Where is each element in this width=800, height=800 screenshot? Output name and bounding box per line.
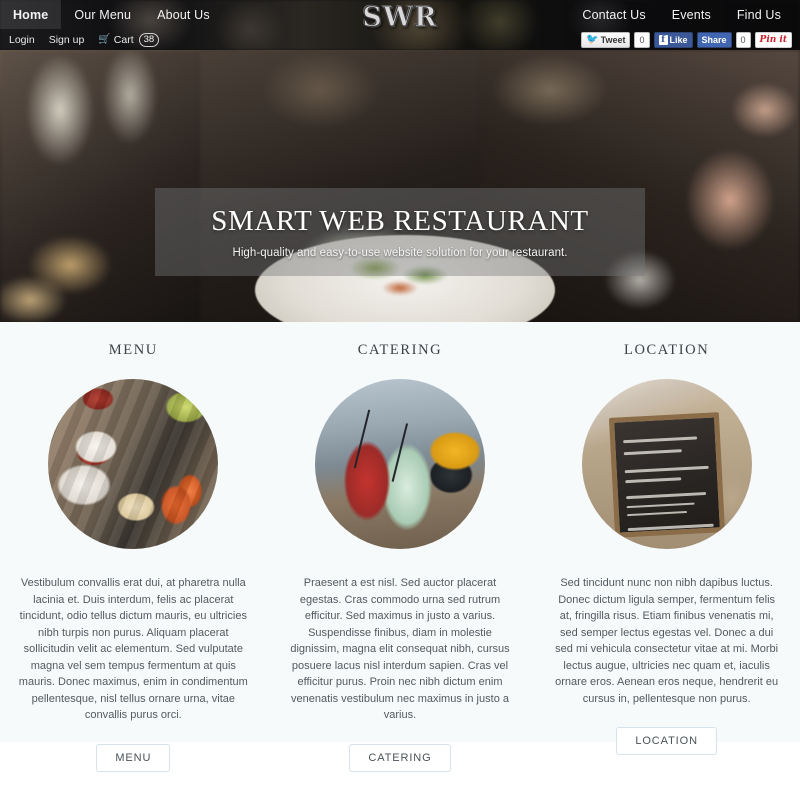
hero-title: SMART WEB RESTAURANT [211, 205, 589, 237]
feature-text-catering: Praesent a est nisl. Sed auctor placerat… [290, 577, 510, 721]
facebook-like-button[interactable]: f Like [653, 31, 693, 48]
feature-text-menu: Vestibulum convallis erat dui, at pharet… [18, 577, 248, 721]
primary-navigation: Home Our Menu About Us Contact Us Events… [0, 0, 800, 29]
hero-subtitle: High-quality and easy-to-use website sol… [232, 247, 568, 259]
nav-item-find-us[interactable]: Find Us [724, 0, 794, 29]
like-label: Like [669, 34, 688, 45]
cart-icon: 🛒 [98, 34, 111, 45]
primary-nav-left: Home Our Menu About Us [0, 0, 223, 29]
hero-text-overlay: SMART WEB RESTAURANT High-quality and ea… [155, 188, 645, 276]
menu-button[interactable]: MENU [96, 743, 171, 772]
twitter-bird-icon: 🐦 [586, 33, 599, 45]
login-link[interactable]: Login [0, 34, 42, 46]
signup-link[interactable]: Sign up [42, 34, 92, 46]
chalkboard-shape [608, 412, 725, 538]
feature-image-location[interactable] [581, 379, 752, 549]
cart-link[interactable]: 🛒 Cart 38 [91, 32, 166, 47]
share-count: 0 [735, 31, 751, 48]
facebook-icon: f [658, 34, 668, 45]
feature-image-catering[interactable] [314, 379, 485, 549]
hero-banner: SMART WEB RESTAURANT High-quality and ea… [0, 50, 800, 322]
pinterest-pin-button[interactable]: Pin it [754, 31, 792, 48]
tweet-count: 0 [634, 31, 650, 48]
twitter-tweet-button[interactable]: 🐦 Tweet [581, 31, 631, 48]
features-columns: MENU Vestibulum convallis erat dui, at p… [0, 342, 800, 772]
features-section: MENU Vestibulum convallis erat dui, at p… [0, 322, 800, 772]
pin-label: Pin it [759, 34, 787, 45]
feature-column-catering: CATERING Praesent a est nisl. Sed auctor… [267, 342, 534, 772]
feature-button-wrap-menu: MENU [18, 743, 249, 772]
feature-text-location: Sed tincidunt nunc non nibh dapibus luct… [555, 577, 779, 705]
feature-title-catering: CATERING [357, 342, 443, 358]
feature-button-wrap-location: LOCATION [551, 727, 782, 755]
feature-column-location: LOCATION Sed tincidunt nunc non nibh dap… [533, 342, 800, 772]
tweet-label: Tweet [600, 34, 626, 45]
hero-background-image [0, 50, 800, 322]
location-button[interactable]: LOCATION [616, 727, 717, 755]
feature-title-menu: MENU [108, 342, 158, 358]
site-header: Home Our Menu About Us Contact Us Events… [0, 0, 800, 50]
nav-item-about-us[interactable]: About Us [144, 0, 223, 29]
cart-label: Cart [113, 33, 134, 46]
nav-item-our-menu[interactable]: Our Menu [61, 0, 144, 29]
catering-button[interactable]: CATERING [349, 743, 451, 772]
social-share-bar: 🐦 Tweet 0 f Like Share 0 Pin it [581, 31, 792, 48]
nav-item-events[interactable]: Events [659, 0, 724, 29]
facebook-share-button[interactable]: Share [696, 31, 732, 48]
primary-nav-right: Contact Us Events Find Us [569, 0, 794, 29]
feature-button-wrap-catering: CATERING [285, 743, 516, 772]
feature-title-location: LOCATION [623, 342, 710, 358]
cart-count-badge: 38 [138, 32, 160, 47]
nav-item-contact-us[interactable]: Contact Us [569, 0, 658, 29]
feature-image-menu[interactable] [48, 379, 219, 549]
nav-item-home[interactable]: Home [0, 0, 62, 29]
feature-column-menu: MENU Vestibulum convallis erat dui, at p… [0, 342, 267, 772]
share-label: Share [701, 34, 727, 45]
